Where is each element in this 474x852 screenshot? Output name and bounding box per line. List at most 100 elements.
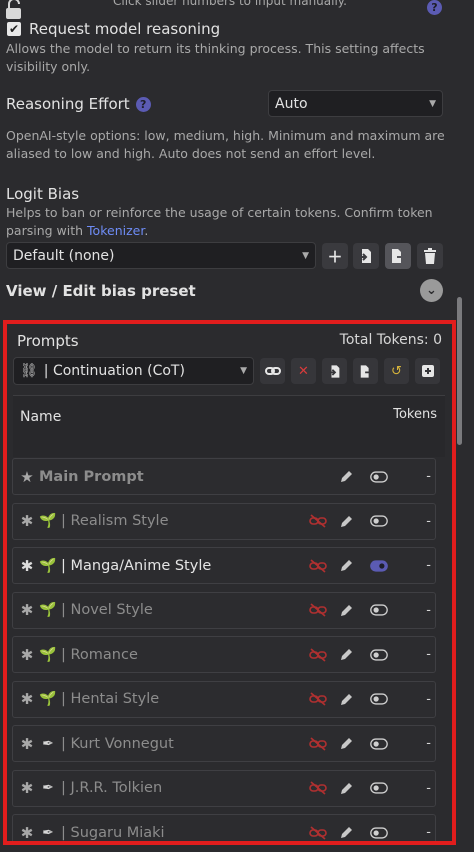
pencil-icon[interactable] xyxy=(337,779,355,797)
token-count: - xyxy=(426,691,431,707)
prompt-name[interactable]: | Realism Style xyxy=(61,513,169,529)
pencil-icon[interactable] xyxy=(337,735,355,753)
trash-icon xyxy=(424,248,436,264)
chevron-down-icon[interactable]: ⌄ xyxy=(420,279,443,302)
prompt-row[interactable]: ✱ ✒ | Sugaru Miaki - xyxy=(12,814,436,842)
request-reasoning-description: Allows the model to return its thinking … xyxy=(6,41,425,74)
import-preset-button[interactable] xyxy=(322,358,347,384)
export-bias-preset-button[interactable] xyxy=(385,243,411,269)
prompt-row[interactable]: ★ Main Prompt - xyxy=(12,458,436,495)
token-count: - xyxy=(426,469,431,484)
pencil-icon[interactable] xyxy=(337,690,355,708)
toggle-switch[interactable] xyxy=(370,779,388,797)
toggle-switch[interactable] xyxy=(370,512,388,530)
prompt-row[interactable]: ✱ 🌱 | Manga/Anime Style - xyxy=(12,547,436,584)
toggle-switch[interactable] xyxy=(370,690,388,708)
prompt-row[interactable]: ✱ 🌱 | Realism Style - xyxy=(12,502,436,540)
prompt-name[interactable]: | Hentai Style xyxy=(61,691,159,707)
prompt-row[interactable]: ✱ ✒ | Kurt Vonnegut - xyxy=(12,725,436,762)
export-preset-button[interactable] xyxy=(353,358,378,384)
star-icon[interactable]: ★ xyxy=(17,468,37,486)
pencil-icon[interactable] xyxy=(337,468,355,486)
close-icon: ✕ xyxy=(298,363,309,379)
pencil-icon[interactable] xyxy=(337,512,355,530)
prompt-name[interactable]: | Novel Style xyxy=(61,602,153,618)
prompt-list-header: Name Tokens xyxy=(13,395,445,457)
help-icon[interactable]: ? xyxy=(135,96,151,112)
pencil-icon[interactable] xyxy=(337,557,355,575)
unlink-icon[interactable] xyxy=(309,824,327,842)
prompt-row[interactable]: ✱ 🌱 | Romance - xyxy=(12,636,436,673)
chain-icon: ⛓ xyxy=(20,363,38,379)
pencil-icon[interactable] xyxy=(337,824,355,842)
help-icon[interactable]: ? xyxy=(427,0,442,15)
token-count: - xyxy=(426,558,431,573)
unlink-icon[interactable] xyxy=(309,779,327,797)
prompt-preset-select[interactable]: ⛓ | Continuation (CoT) ▼ xyxy=(13,357,254,385)
link-preset-button[interactable] xyxy=(260,358,285,384)
reset-preset-button[interactable]: ↺ xyxy=(384,358,409,384)
tokenizer-link[interactable]: Tokenizer xyxy=(87,223,144,238)
link-icon xyxy=(264,367,281,375)
toggle-switch[interactable] xyxy=(370,601,388,619)
pencil-icon[interactable] xyxy=(337,601,355,619)
file-import-icon xyxy=(328,364,339,378)
undo-icon: ↺ xyxy=(391,363,402,379)
reasoning-effort-label: Reasoning Effort ? xyxy=(6,95,151,113)
prompts-panel: Prompts Total Tokens: 0 ⛓ | Continuation… xyxy=(3,320,456,845)
prompt-list: ★ Main Prompt - ✱ 🌱 | Realism Style - ✱ 🌱 | Manga… xyxy=(12,458,436,842)
reasoning-effort-description: OpenAI-style options: low, medium, high.… xyxy=(6,128,445,161)
prompt-name[interactable]: | Sugaru Miaki xyxy=(61,825,165,841)
prompt-name[interactable]: | Manga/Anime Style xyxy=(61,558,211,574)
toggle-switch[interactable] xyxy=(370,824,388,842)
asterisk-icon[interactable]: ✱ xyxy=(17,735,37,753)
file-export-icon xyxy=(360,364,373,378)
sprout-icon: 🌱 xyxy=(39,646,57,663)
view-edit-bias-preset-toggle[interactable]: View / Edit bias preset xyxy=(6,282,196,300)
asterisk-icon[interactable]: ✱ xyxy=(17,779,37,797)
request-reasoning-row[interactable]: ✔ Request model reasoning xyxy=(7,20,220,38)
token-count: - xyxy=(426,513,431,529)
bias-preset-select[interactable]: Default (none) ▼ xyxy=(6,242,316,269)
prompt-name[interactable]: | Romance xyxy=(61,647,138,663)
unlink-icon[interactable] xyxy=(309,646,327,664)
prompt-row[interactable]: ✱ 🌱 | Novel Style - xyxy=(12,591,436,629)
unlink-icon[interactable] xyxy=(309,601,327,619)
toggle-switch[interactable] xyxy=(370,468,388,486)
add-prompt-button[interactable] xyxy=(415,358,440,384)
prompt-row[interactable]: ✱ ✒ | J.R.R. Tolkien - xyxy=(12,769,436,807)
scrollbar[interactable] xyxy=(457,297,462,445)
file-import-icon xyxy=(359,249,371,263)
chevron-down-icon: ▼ xyxy=(240,366,247,376)
slider-hint: Click slider numbers to input manually. xyxy=(113,0,347,8)
unlink-icon[interactable] xyxy=(309,512,327,530)
reasoning-effort-select[interactable]: Auto ▼ xyxy=(268,90,443,117)
chevron-down-icon: ▼ xyxy=(429,98,436,109)
plus-icon: ＋ xyxy=(327,247,343,266)
asterisk-icon[interactable]: ✱ xyxy=(17,824,37,842)
prompt-row[interactable]: ✱ 🌱 | Hentai Style - xyxy=(12,680,436,718)
request-reasoning-checkbox[interactable]: ✔ xyxy=(7,22,21,36)
prompt-name[interactable]: | Kurt Vonnegut xyxy=(61,736,174,752)
toggle-switch[interactable] xyxy=(370,557,388,575)
delete-bias-preset-button[interactable] xyxy=(417,243,443,269)
asterisk-icon[interactable]: ✱ xyxy=(17,557,37,575)
total-tokens: Total Tokens: 0 xyxy=(339,332,442,348)
toggle-switch[interactable] xyxy=(370,646,388,664)
asterisk-icon[interactable]: ✱ xyxy=(17,690,37,708)
sprout-icon: 🌱 xyxy=(39,602,57,618)
prompt-name[interactable]: | J.R.R. Tolkien xyxy=(61,780,162,796)
pen-nib-icon: ✒ xyxy=(42,824,54,841)
import-bias-preset-button[interactable] xyxy=(353,243,379,269)
unlink-icon[interactable] xyxy=(309,735,327,753)
prompt-name[interactable]: Main Prompt xyxy=(39,469,144,485)
asterisk-icon[interactable]: ✱ xyxy=(17,601,37,619)
toggle-switch[interactable] xyxy=(370,735,388,753)
asterisk-icon[interactable]: ✱ xyxy=(17,646,37,664)
delete-preset-button[interactable]: ✕ xyxy=(291,358,316,384)
asterisk-icon[interactable]: ✱ xyxy=(17,512,37,530)
pencil-icon[interactable] xyxy=(337,646,355,664)
add-bias-preset-button[interactable]: ＋ xyxy=(322,243,348,269)
unlink-icon[interactable] xyxy=(309,557,327,575)
unlink-icon[interactable] xyxy=(309,690,327,708)
